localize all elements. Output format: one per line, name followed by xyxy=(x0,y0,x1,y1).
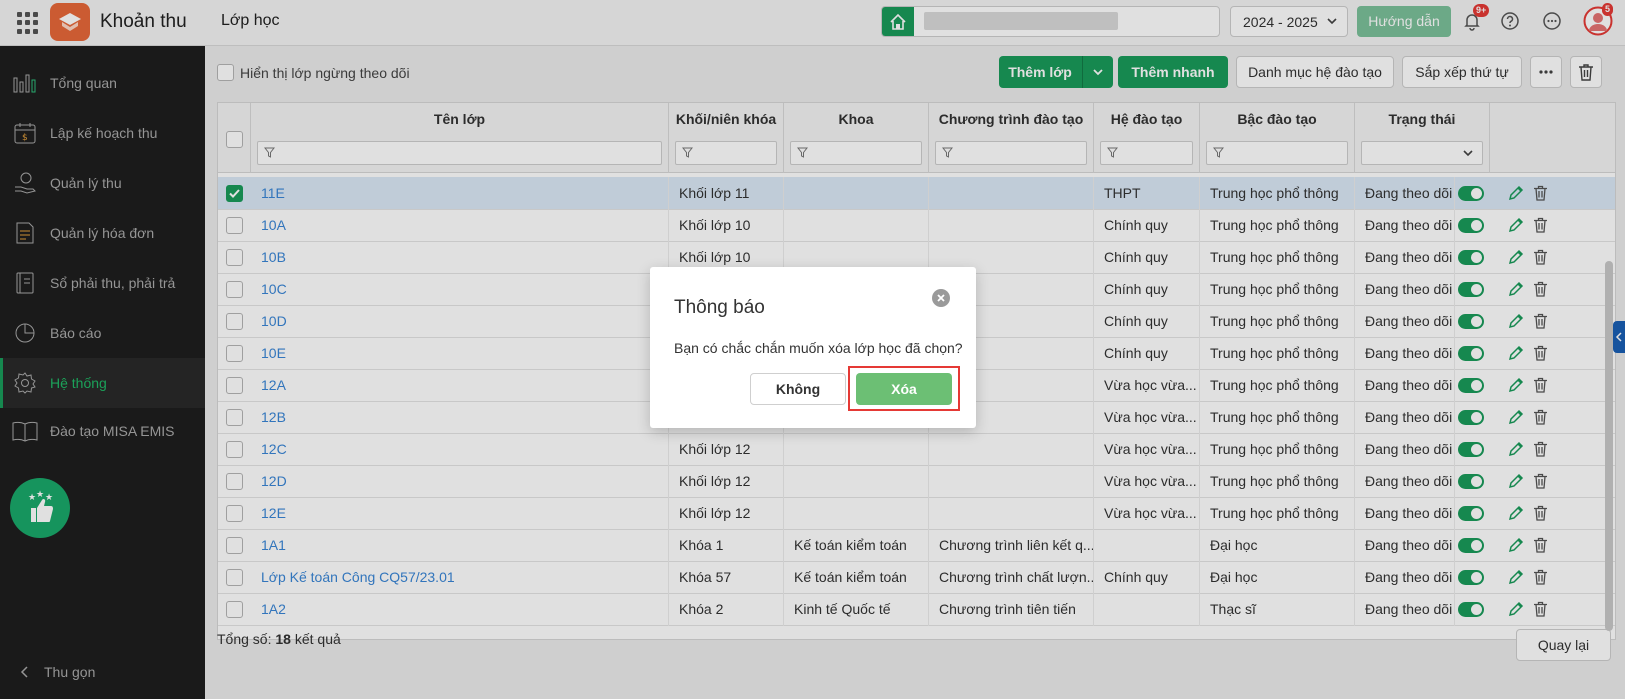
cancel-button[interactable]: Không xyxy=(750,373,846,405)
confirm-delete-button[interactable]: Xóa xyxy=(856,373,952,405)
dialog-title: Thông báo xyxy=(674,297,765,318)
confirm-delete-dialog: Thông báo Bạn có chắc chắn muốn xóa lớp … xyxy=(650,267,976,428)
dialog-message: Bạn có chắc chắn muốn xóa lớp học đã chọ… xyxy=(674,340,963,356)
close-icon[interactable] xyxy=(932,289,950,307)
